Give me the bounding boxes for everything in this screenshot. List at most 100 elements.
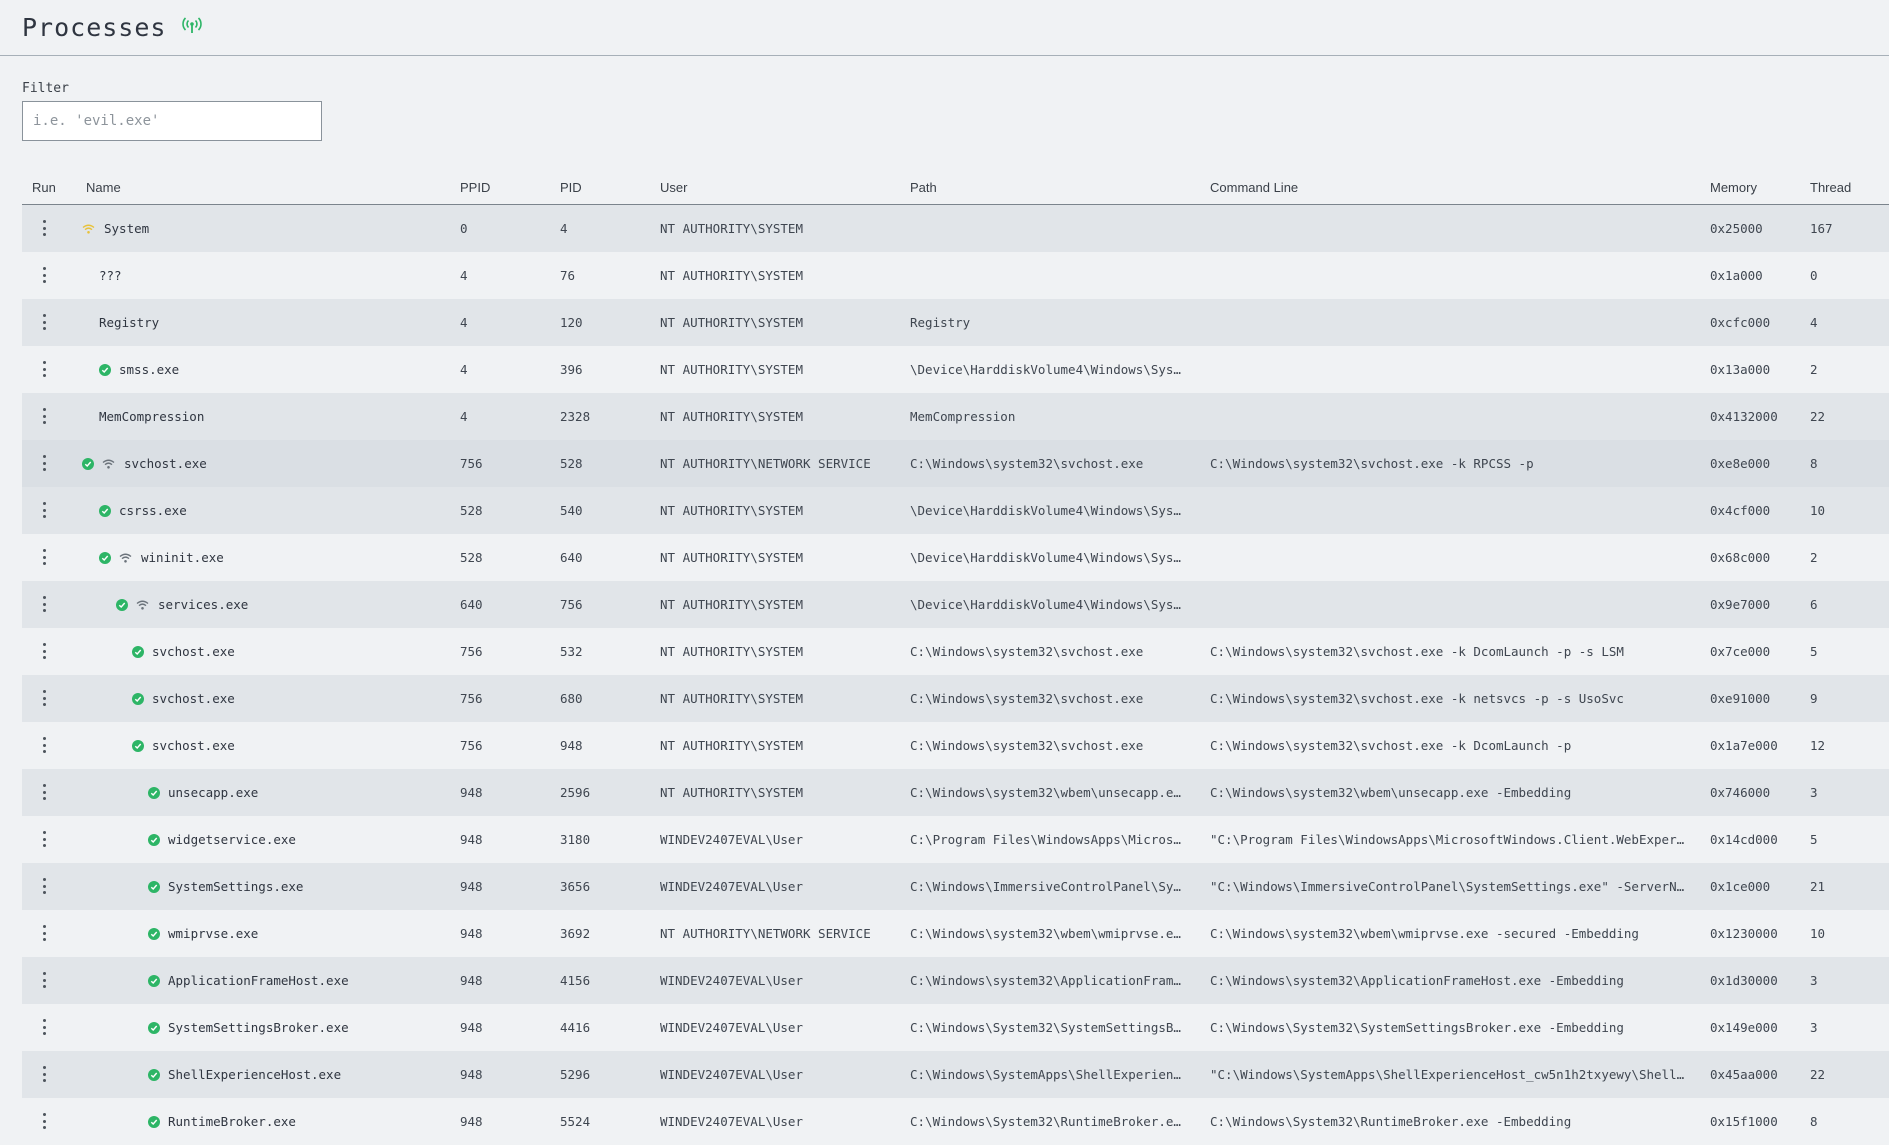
cell-thread: 3	[1810, 785, 1818, 800]
row-menu-icon[interactable]	[41, 1066, 47, 1082]
row-menu-icon[interactable]	[41, 690, 47, 706]
cell-cmd: C:\Windows\system32\svchost.exe -k netsv…	[1210, 691, 1624, 706]
cell-path: C:\Windows\System32\SystemSettingsB…	[910, 1020, 1181, 1035]
process-name: svchost.exe	[152, 738, 235, 753]
cell-memory: 0x9e7000	[1710, 597, 1771, 612]
table-row[interactable]: svchost.exe 756 948 NT AUTHORITY\SYSTEM C:\W…	[22, 722, 1889, 769]
verified-check-icon	[148, 1021, 160, 1034]
verified-check-icon	[99, 363, 111, 376]
cell-path: C:\Windows\system32\svchost.exe	[910, 691, 1144, 706]
row-menu-icon[interactable]	[41, 549, 47, 565]
cell-pid: 120	[560, 315, 583, 330]
table-row[interactable]: svchost.exe 756 528 NT AUTHORITY\NETWORK SE…	[22, 440, 1889, 487]
cell-pid: 3180	[560, 832, 591, 847]
row-menu-icon[interactable]	[41, 596, 47, 612]
row-menu-icon[interactable]	[41, 878, 47, 894]
cell-user: NT AUTHORITY\SYSTEM	[660, 550, 803, 565]
cell-thread: 22	[1810, 1067, 1826, 1082]
row-menu-icon[interactable]	[41, 502, 47, 518]
process-name-cell: MemCompression	[99, 393, 204, 440]
table-row[interactable]: svchost.exe 756 532 NT AUTHORITY\SYSTEM C:\W…	[22, 628, 1889, 675]
row-menu-icon[interactable]	[41, 925, 47, 941]
cell-user: NT AUTHORITY\NETWORK SERVICE	[660, 926, 871, 941]
cell-ppid: 756	[460, 738, 483, 753]
row-menu-icon[interactable]	[41, 784, 47, 800]
process-name: widgetservice.exe	[168, 832, 296, 847]
table-row[interactable]: ShellExperienceHost.exe 948 5296 WINDEV2407…	[22, 1051, 1889, 1098]
process-name-cell: csrss.exe	[99, 487, 187, 534]
cell-ppid: 640	[460, 597, 483, 612]
cell-user: NT AUTHORITY\NETWORK SERVICE	[660, 456, 871, 471]
cell-pid: 5296	[560, 1067, 591, 1082]
table-row[interactable]: Registry 4 120 NT AUTHORITY\SYSTEM Registry 0…	[22, 299, 1889, 346]
cell-pid: 540	[560, 503, 583, 518]
column-header-name: Name	[86, 180, 121, 195]
table-row[interactable]: ??? 4 76 NT AUTHORITY\SYSTEM 0x1a000 0	[22, 252, 1889, 299]
row-menu-icon[interactable]	[41, 361, 47, 377]
table-row[interactable]: ApplicationFrameHost.exe 948 4156 WINDEV240…	[22, 957, 1889, 1004]
verified-check-icon	[132, 692, 144, 705]
page-header: Processes	[0, 0, 1889, 56]
cell-ppid: 4	[460, 268, 468, 283]
process-name-cell: svchost.exe	[132, 675, 235, 722]
verified-check-icon	[148, 880, 160, 893]
row-menu-icon[interactable]	[41, 408, 47, 424]
cell-user: NT AUTHORITY\SYSTEM	[660, 221, 803, 236]
cell-memory: 0x15f1000	[1710, 1114, 1778, 1129]
filter-label: Filter	[22, 81, 69, 96]
row-menu-icon[interactable]	[41, 267, 47, 283]
cell-thread: 2	[1810, 550, 1818, 565]
cell-path: \Device\HarddiskVolume4\Windows\Sys…	[910, 362, 1181, 377]
process-name: System	[104, 221, 150, 236]
cell-thread: 167	[1810, 221, 1833, 236]
cell-user: WINDEV2407EVAL\User	[660, 1067, 803, 1082]
row-menu-icon[interactable]	[41, 737, 47, 753]
row-menu-icon[interactable]	[41, 314, 47, 330]
cell-ppid: 528	[460, 503, 483, 518]
process-name: ???	[99, 268, 122, 283]
table-row[interactable]: wmiprvse.exe 948 3692 NT AUTHORITY\NETWORK …	[22, 910, 1889, 957]
cell-pid: 528	[560, 456, 583, 471]
filter-input[interactable]	[22, 101, 322, 141]
cell-ppid: 4	[460, 409, 468, 424]
cell-thread: 9	[1810, 691, 1818, 706]
cell-path: C:\Windows\system32\svchost.exe	[910, 738, 1144, 753]
table-row[interactable]: SystemSettingsBroker.exe 948 4416 WINDEV240…	[22, 1004, 1889, 1051]
table-row[interactable]: widgetservice.exe 948 3180 WINDEV2407EVAL\U…	[22, 816, 1889, 863]
cell-pid: 532	[560, 644, 583, 659]
table-row[interactable]: SystemSettings.exe 948 3656 WINDEV2407EVAL\…	[22, 863, 1889, 910]
table-row[interactable]: services.exe 640 756 NT AUTHORITY\SYSTEM \De…	[22, 581, 1889, 628]
table-row[interactable]: csrss.exe 528 540 NT AUTHORITY\SYSTEM \Devic…	[22, 487, 1889, 534]
table-row[interactable]: wininit.exe 528 640 NT AUTHORITY\SYSTEM \Dev…	[22, 534, 1889, 581]
process-name-cell: services.exe	[116, 581, 248, 628]
row-menu-icon[interactable]	[41, 1019, 47, 1035]
cell-cmd: C:\Windows\System32\RuntimeBroker.exe -E…	[1210, 1114, 1572, 1129]
column-header-path: Path	[910, 180, 937, 195]
row-menu-icon[interactable]	[41, 972, 47, 988]
cell-user: WINDEV2407EVAL\User	[660, 879, 803, 894]
table-row[interactable]: unsecapp.exe 948 2596 NT AUTHORITY\SYSTEM C:…	[22, 769, 1889, 816]
cell-user: WINDEV2407EVAL\User	[660, 1114, 803, 1129]
row-menu-icon[interactable]	[41, 831, 47, 847]
process-name: MemCompression	[99, 409, 205, 424]
cell-thread: 2	[1810, 362, 1818, 377]
cell-pid: 756	[560, 597, 583, 612]
verified-check-icon	[99, 504, 111, 517]
cell-memory: 0x13a000	[1710, 362, 1771, 377]
row-menu-icon[interactable]	[41, 643, 47, 659]
cell-memory: 0x4132000	[1710, 409, 1778, 424]
verified-check-icon	[132, 645, 144, 658]
table-row[interactable]: smss.exe 4 396 NT AUTHORITY\SYSTEM \Device\H…	[22, 346, 1889, 393]
table-row[interactable]: MemCompression 4 2328 NT AUTHORITY\SYSTEM Me…	[22, 393, 1889, 440]
cell-thread: 3	[1810, 1020, 1818, 1035]
row-menu-icon[interactable]	[41, 220, 47, 236]
row-menu-icon[interactable]	[41, 455, 47, 471]
row-menu-icon[interactable]	[41, 1113, 47, 1129]
column-header-run: Run	[32, 180, 56, 195]
table-row[interactable]: System 0 4 NT AUTHORITY\SYSTEM 0x25000 167	[22, 205, 1889, 252]
cell-user: NT AUTHORITY\SYSTEM	[660, 785, 803, 800]
table-row[interactable]: svchost.exe 756 680 NT AUTHORITY\SYSTEM C:\W…	[22, 675, 1889, 722]
table-row[interactable]: RuntimeBroker.exe 948 5524 WINDEV2407EVAL\U…	[22, 1098, 1889, 1145]
cell-thread: 12	[1810, 738, 1826, 753]
cell-pid: 4156	[560, 973, 591, 988]
